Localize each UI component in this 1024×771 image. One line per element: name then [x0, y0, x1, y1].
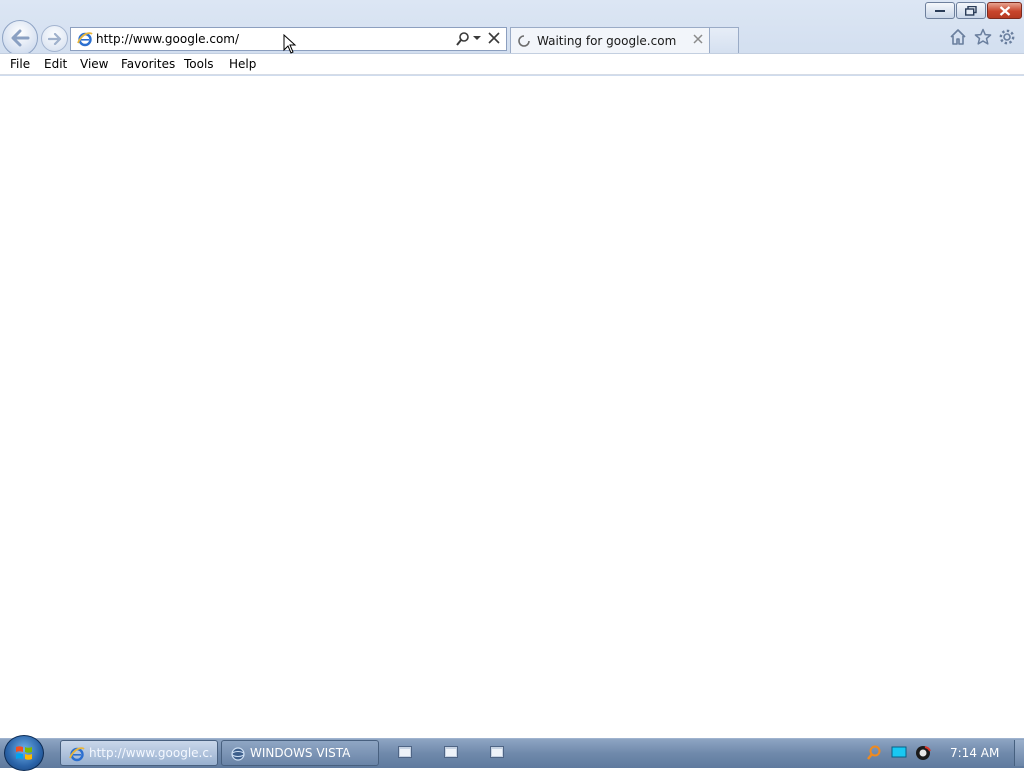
mouse-cursor-icon — [283, 34, 297, 54]
menu-favorites[interactable]: Favorites — [121, 57, 175, 71]
browser-frame: http://www.google.com/ Waiting for googl… — [0, 0, 1024, 76]
start-button[interactable] — [4, 735, 44, 771]
show-desktop-button[interactable] — [1014, 740, 1024, 766]
restore-icon — [965, 5, 977, 16]
menu-tools[interactable]: Tools — [184, 57, 214, 71]
close-icon — [999, 5, 1010, 16]
tab-google[interactable]: Waiting for google.com — [510, 27, 710, 53]
monitor-tray-icon[interactable] — [891, 745, 907, 761]
back-arrow-icon — [11, 29, 30, 47]
back-button[interactable] — [2, 20, 38, 56]
menu-file[interactable]: File — [10, 57, 30, 71]
search-icon[interactable] — [455, 31, 471, 47]
search-tray-icon[interactable] — [866, 745, 882, 761]
tab-title: Waiting for google.com — [537, 34, 677, 48]
forward-button[interactable] — [41, 25, 68, 52]
taskbar: http://www.google.c... WINDOWS VISTA 7:1… — [0, 735, 1024, 771]
chevron-down-icon[interactable] — [473, 36, 481, 42]
taskbar-vista-window[interactable]: WINDOWS VISTA — [221, 740, 379, 766]
taskbar-ie-label: http://www.google.c... — [89, 746, 214, 760]
star-icon[interactable] — [974, 28, 992, 46]
gear-icon[interactable] — [998, 28, 1016, 46]
menu-help[interactable]: Help — [229, 57, 256, 71]
forward-arrow-icon — [47, 32, 61, 45]
menu-edit[interactable]: Edit — [44, 57, 67, 71]
taskbar-vista-label: WINDOWS VISTA — [250, 746, 351, 760]
menu-view[interactable]: View — [80, 57, 108, 71]
new-tab-button[interactable] — [709, 27, 739, 53]
menu-bar: File Edit View Favorites Tools Help — [0, 53, 1024, 75]
window-thumbnail-icon[interactable] — [398, 746, 412, 758]
volume-tray-icon[interactable] — [915, 745, 931, 761]
minimize-icon — [935, 9, 945, 12]
ie-page-icon — [77, 32, 93, 47]
stop-icon[interactable] — [488, 32, 500, 44]
ie-icon — [69, 747, 85, 762]
minimize-button[interactable] — [925, 2, 955, 19]
window-thumbnail-icon[interactable] — [490, 746, 504, 758]
restore-button[interactable] — [956, 2, 986, 19]
address-url[interactable]: http://www.google.com/ — [96, 32, 239, 46]
home-icon[interactable] — [949, 28, 967, 46]
window-thumbnail-icon[interactable] — [444, 746, 458, 758]
windows-logo-icon — [16, 746, 32, 760]
spinner-icon — [518, 35, 530, 47]
clock[interactable]: 7:14 AM — [950, 746, 999, 760]
close-window-button[interactable] — [987, 2, 1022, 19]
tab-close-icon[interactable] — [693, 34, 703, 44]
taskbar-ie-window[interactable]: http://www.google.c... — [60, 740, 218, 766]
vm-window-icon — [231, 747, 245, 761]
page-content-area[interactable] — [0, 76, 1024, 738]
